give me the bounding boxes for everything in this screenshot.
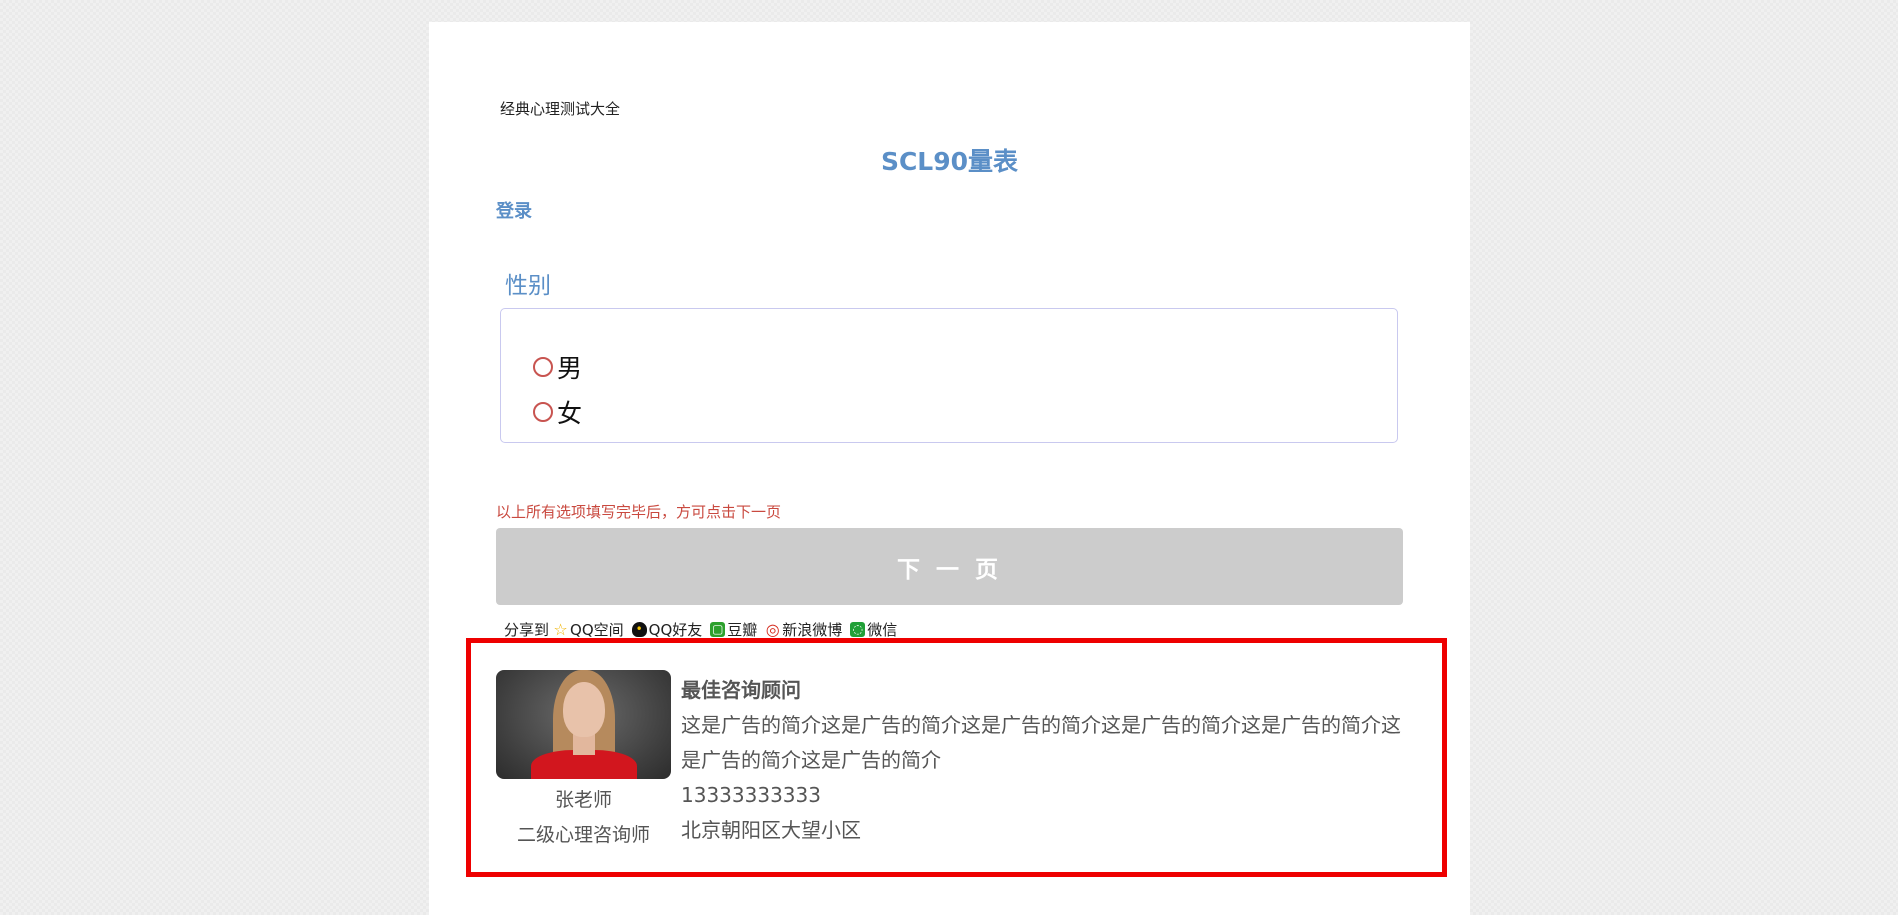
question-options-box: 男 女 — [500, 308, 1398, 443]
ad-phone: 13333333333 — [681, 783, 821, 807]
advisor-role: 二级心理咨询师 — [516, 824, 650, 846]
site-name: 经典心理测试大全 — [500, 100, 621, 118]
ad-description: 这是广告的简介这是广告的简介这是广告的简介这是广告的简介这是广告的简介这是广告的… — [681, 713, 1401, 772]
wechat-icon: ◌ — [850, 622, 866, 637]
ad-info: 最佳咨询顾问 这是广告的简介这是广告的简介这是广告的简介这是广告的简介这是广告的… — [681, 673, 1406, 848]
share-bar: 分享到 ☆ QQ空间 • QQ好友 ▢ 豆瓣 ◎ 新浪微博 ◌ 微信 — [504, 619, 905, 640]
share-wechat-label: 微信 — [867, 621, 898, 639]
completion-notice: 以上所有选项填写完毕后，方可点击下一页 — [496, 503, 782, 521]
share-qq-friend[interactable]: • QQ好友 — [631, 619, 703, 640]
radio-button[interactable] — [533, 402, 553, 422]
ad-address: 北京朝阳区大望小区 — [681, 818, 861, 842]
share-weibo[interactable]: ◎ 新浪微博 — [765, 619, 843, 640]
advisor-name: 张老师 — [554, 789, 612, 811]
radio-button[interactable] — [533, 357, 553, 377]
option-male[interactable]: 男 — [533, 349, 582, 385]
option-label: 女 — [557, 399, 583, 428]
douban-icon: ▢ — [710, 622, 726, 637]
page-title: SCL90量表 — [880, 147, 1019, 176]
share-label: 分享到 — [504, 621, 550, 639]
share-douban[interactable]: ▢ 豆瓣 — [710, 619, 757, 640]
qq-penguin-icon: • — [631, 622, 647, 637]
share-qzone-label: QQ空间 — [570, 621, 624, 639]
option-label: 男 — [557, 354, 583, 383]
advisor-photo — [496, 670, 671, 779]
share-qzone[interactable]: ☆ QQ空间 — [553, 619, 624, 640]
star-icon: ☆ — [553, 620, 568, 639]
login-link[interactable]: 登录 — [496, 197, 532, 223]
share-weibo-label: 新浪微博 — [782, 621, 843, 639]
next-page-button[interactable]: 下 一 页 — [496, 528, 1403, 605]
share-qq-friend-label: QQ好友 — [648, 621, 703, 639]
share-wechat[interactable]: ◌ 微信 — [850, 619, 897, 640]
question-title: 性别 — [505, 273, 551, 299]
option-female[interactable]: 女 — [533, 394, 582, 430]
ad-heading: 最佳咨询顾问 — [681, 678, 801, 702]
weibo-icon: ◎ — [765, 620, 780, 639]
share-douban-label: 豆瓣 — [727, 621, 758, 639]
